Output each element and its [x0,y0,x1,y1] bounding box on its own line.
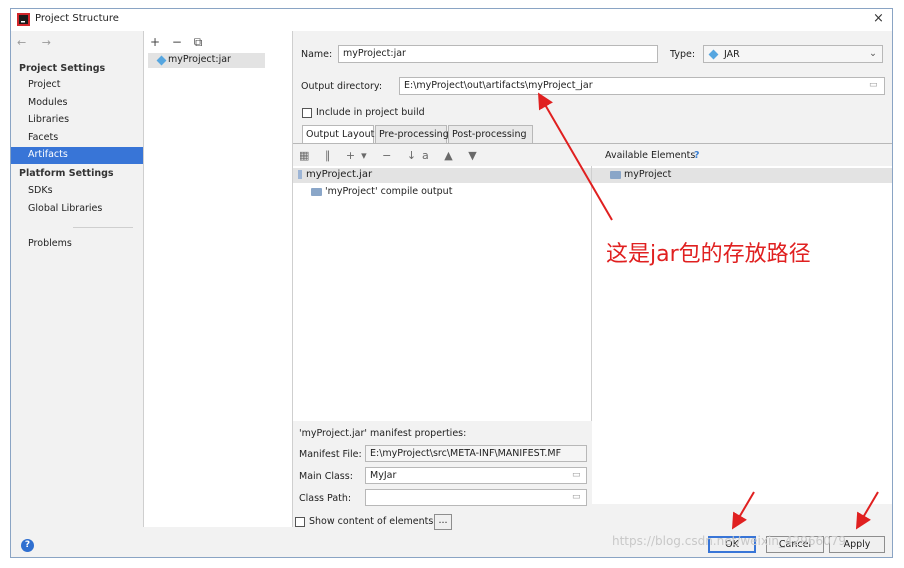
annotation-text: 这是jar包的存放路径 [606,242,811,267]
arrow-to-output-directory [537,92,613,221]
watermark-text: https://blog.csdn.net/weixin_42966079 [612,534,847,548]
arrow-to-ok-button [731,491,755,530]
arrow-to-apply-button [855,491,879,530]
red-arrow-annotations [537,92,879,530]
